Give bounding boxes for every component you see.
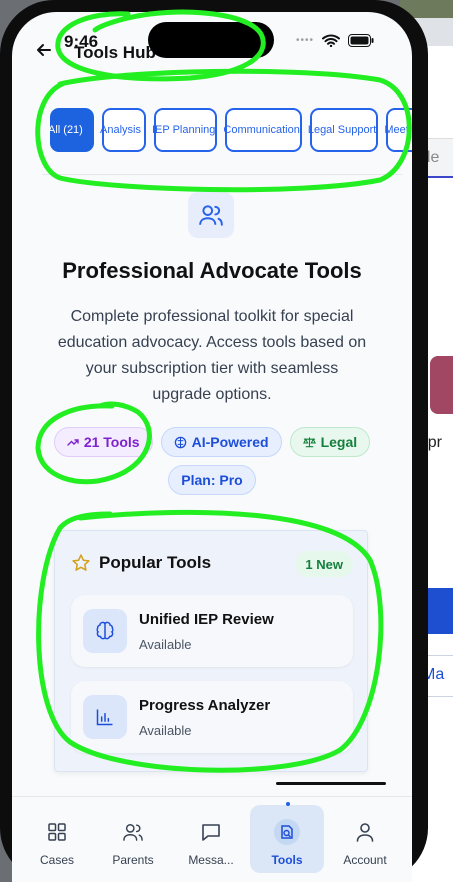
nav-label: Cases: [39, 853, 74, 867]
scroll-edge: [276, 782, 386, 785]
tab-legal-support[interactable]: Legal Support: [307, 108, 379, 152]
background-icon: [430, 356, 453, 414]
tab-label: All (21): [50, 124, 83, 136]
tab-all-21[interactable]: All (21): [50, 108, 94, 152]
divider: [42, 174, 402, 175]
battery-icon: [348, 34, 374, 47]
tab-label: IEP Planning: [152, 124, 216, 136]
nav-item-messages[interactable]: Messa...: [174, 805, 248, 873]
tab-label: Analysis: [100, 124, 141, 136]
ai-powered-badge: AI-Powered: [160, 427, 282, 457]
users-icon: [123, 824, 143, 841]
scale-icon: [302, 437, 316, 448]
nav-label: Parents: [112, 853, 154, 867]
tab-meeting-support[interactable]: Meeting Support: [384, 108, 412, 152]
dynamic-island: [148, 22, 274, 58]
tab-iep-planning[interactable]: IEP Planning: [152, 108, 218, 152]
popular-tools-header: Popular Tools: [71, 553, 211, 573]
category-tabs: All (21) Analysis IEP Planning Communicatio…: [50, 108, 412, 152]
status-icons: ••••: [296, 34, 374, 47]
tool-icon-container: [83, 609, 127, 653]
tab-label: Legal Support: [307, 124, 377, 136]
signal-icon: ••••: [295, 35, 314, 46]
wifi-icon: [322, 34, 340, 47]
legal-badge: Legal: [289, 427, 371, 457]
tab-communication[interactable]: Communication: [223, 108, 302, 152]
bottom-navigation: Cases Parents Messa... Tools Account: [12, 796, 412, 882]
nav-item-account[interactable]: Account: [328, 805, 402, 873]
app-screen: Tools Hub 9:46 •••• All (21) Analysis IEP …: [12, 12, 412, 882]
back-button[interactable]: [36, 42, 56, 62]
hero-description: Complete professional toolkit for specia…: [57, 308, 367, 403]
tab-label: Meeting Support: [384, 124, 412, 136]
nav-label: Tools: [271, 853, 303, 867]
brain-icon: [96, 621, 114, 640]
nav-item-tools[interactable]: Tools: [250, 805, 324, 873]
tool-name: Progress Analyzer: [139, 697, 271, 714]
tools-icon: [274, 819, 300, 845]
tool-status: Available: [139, 723, 192, 738]
trending-up-icon: [67, 439, 79, 446]
message-icon: [202, 824, 220, 841]
status-time: 9:46: [64, 32, 99, 51]
hero-icon-container: [188, 192, 234, 238]
nav-item-cases[interactable]: Cases: [20, 805, 94, 873]
tab-analysis[interactable]: Analysis: [100, 108, 146, 152]
popular-tools-title: Popular Tools: [99, 553, 212, 572]
plan-row: Plan: Pro: [12, 465, 412, 495]
hero-title: Professional Advocate Tools: [62, 258, 362, 283]
star-icon: [72, 554, 90, 571]
brain-icon: [174, 436, 186, 448]
bar-chart-icon: [96, 709, 113, 726]
arrow-left-icon: [37, 44, 51, 56]
plan-badge: Plan: Pro: [168, 465, 256, 495]
phone-frame: Tools Hub 9:46 •••• All (21) Analysis IEP …: [0, 0, 428, 882]
tool-item-progress-analyzer[interactable]: Progress Analyzer Available: [71, 681, 353, 753]
user-icon: [356, 823, 374, 842]
tab-label: Communication: [223, 124, 300, 136]
tool-name: Unified IEP Review: [139, 611, 274, 628]
users-icon: [199, 205, 223, 226]
tool-item-unified-iep-review[interactable]: Unified IEP Review Available: [71, 595, 353, 667]
nav-label: Messa...: [188, 853, 234, 867]
tool-icon-container: [83, 695, 127, 739]
tools-count-badge: 21 Tools: [53, 427, 153, 457]
tool-status: Available: [139, 637, 192, 652]
nav-label: Account: [343, 853, 387, 867]
new-count-badge: 1 New: [295, 551, 353, 577]
grid-icon: [48, 823, 66, 841]
active-indicator-dot: [286, 802, 290, 806]
popular-tools-card: Popular Tools 1 New Unified IEP Review A…: [54, 530, 368, 772]
badges-row: 21 Tools AI-Powered Legal: [12, 427, 412, 457]
nav-item-parents[interactable]: Parents: [96, 805, 170, 873]
